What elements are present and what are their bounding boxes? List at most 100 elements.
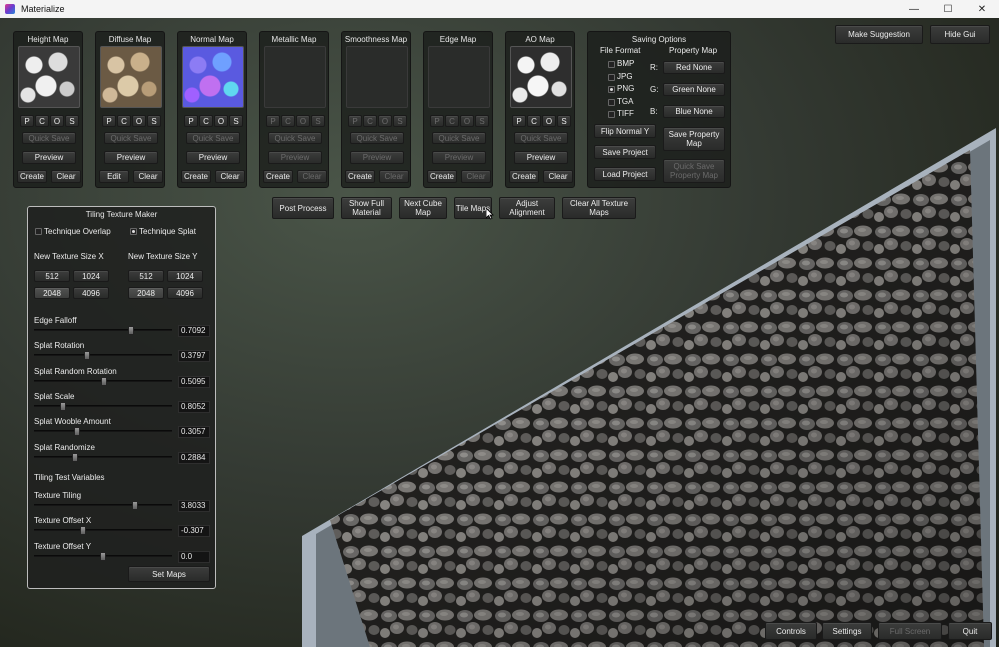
height-map-s-button[interactable]: S bbox=[65, 115, 79, 127]
diffuse-map-o-button[interactable]: O bbox=[132, 115, 146, 127]
smoothness-map-s-button[interactable]: S bbox=[393, 115, 407, 127]
height-map-o-button[interactable]: O bbox=[50, 115, 64, 127]
splat-wooble-amount-slider[interactable] bbox=[34, 427, 172, 437]
size-x-4096-button[interactable]: 4096 bbox=[73, 287, 109, 299]
metallic-map-create-button[interactable]: Create bbox=[263, 170, 293, 183]
format-tiff-checkbox[interactable] bbox=[608, 111, 615, 118]
texture-offset-x-slider[interactable] bbox=[34, 526, 172, 536]
smoothness-map-thumbnail[interactable] bbox=[346, 46, 408, 108]
smoothness-map-quick-save-button[interactable]: Quick Save bbox=[350, 132, 404, 144]
ao-map-thumbnail[interactable] bbox=[510, 46, 572, 108]
ao-map-p-button[interactable]: P bbox=[512, 115, 526, 127]
format-jpg-checkbox[interactable] bbox=[608, 73, 615, 81]
quit-button[interactable]: Quit bbox=[948, 622, 992, 640]
controls-button[interactable]: Controls bbox=[765, 622, 817, 640]
splat-random-rotation-slider[interactable] bbox=[34, 376, 172, 386]
edge-map-p-button[interactable]: P bbox=[430, 115, 444, 127]
edge-falloff-slider[interactable] bbox=[34, 326, 172, 335]
size-y-4096-button[interactable]: 4096 bbox=[167, 287, 203, 299]
splat-scale-slider-handle[interactable] bbox=[60, 401, 67, 411]
texture-tiling-slider[interactable] bbox=[34, 501, 172, 510]
set-maps-button[interactable]: Set Maps bbox=[128, 566, 210, 582]
splat-rotation-value-field[interactable]: 0.3797 bbox=[178, 350, 210, 363]
metallic-map-quick-save-button[interactable]: Quick Save bbox=[268, 132, 322, 144]
height-map-clear-button[interactable]: Clear bbox=[51, 170, 81, 183]
metallic-map-p-button[interactable]: P bbox=[266, 115, 280, 127]
clear-all-texture-maps-button[interactable]: Clear All Texture Maps bbox=[562, 197, 636, 219]
diffuse-map-p-button[interactable]: P bbox=[102, 115, 116, 127]
ao-map-clear-button[interactable]: Clear bbox=[543, 170, 573, 183]
height-map-preview-button[interactable]: Preview bbox=[22, 151, 76, 164]
normal-map-s-button[interactable]: S bbox=[229, 115, 243, 127]
height-map-quick-save-button[interactable]: Quick Save bbox=[22, 132, 76, 144]
format-bmp-checkbox[interactable] bbox=[608, 61, 615, 68]
edge-falloff-slider-handle[interactable] bbox=[127, 326, 134, 335]
splat-scale-value-field[interactable]: 0.8052 bbox=[178, 400, 210, 413]
ao-map-quick-save-button[interactable]: Quick Save bbox=[514, 132, 568, 144]
texture-offset-x-slider-handle[interactable] bbox=[80, 526, 87, 536]
format-tga-checkbox[interactable] bbox=[608, 98, 615, 106]
splat-scale-slider[interactable] bbox=[34, 401, 172, 411]
blue-channel-button[interactable]: Blue None bbox=[663, 105, 725, 118]
green-channel-button[interactable]: Green None bbox=[663, 83, 725, 96]
smoothness-map-clear-button[interactable]: Clear bbox=[379, 170, 409, 183]
hide-gui-button[interactable]: Hide Gui bbox=[930, 25, 990, 44]
splat-randomize-value-field[interactable]: 0.2884 bbox=[178, 451, 210, 464]
ao-map-s-button[interactable]: S bbox=[557, 115, 571, 127]
load-project-button[interactable]: Load Project bbox=[594, 167, 656, 181]
quick-save-property-map-button[interactable]: Quick Save Property Map bbox=[663, 159, 725, 183]
splat-randomize-slider-handle[interactable] bbox=[72, 452, 79, 462]
metallic-map-clear-button[interactable]: Clear bbox=[297, 170, 327, 183]
texture-offset-x-value-field[interactable]: -0.307 bbox=[178, 525, 210, 538]
splat-random-rotation-value-field[interactable]: 0.5095 bbox=[178, 375, 210, 388]
edge-map-preview-button[interactable]: Preview bbox=[432, 151, 486, 164]
edge-falloff-value-field[interactable]: 0.7092 bbox=[178, 325, 210, 337]
adjust-alignment-button[interactable]: Adjust Alignment bbox=[499, 197, 555, 219]
texture-offset-y-value-field[interactable]: 0.0 bbox=[178, 550, 210, 563]
diffuse-map-s-button[interactable]: S bbox=[147, 115, 161, 127]
ao-map-o-button[interactable]: O bbox=[542, 115, 556, 127]
technique-overlap-checkbox[interactable] bbox=[35, 228, 42, 235]
normal-map-create-button[interactable]: Create bbox=[181, 170, 211, 183]
minimize-icon[interactable]: — bbox=[897, 0, 931, 18]
red-channel-button[interactable]: Red None bbox=[663, 61, 725, 74]
edge-map-create-button[interactable]: Create bbox=[427, 170, 457, 183]
texture-offset-y-slider[interactable] bbox=[34, 551, 172, 561]
height-map-create-button[interactable]: Create bbox=[17, 170, 47, 183]
metallic-map-thumbnail[interactable] bbox=[264, 46, 326, 108]
splat-random-rotation-slider-handle[interactable] bbox=[101, 376, 108, 386]
size-y-1024-button[interactable]: 1024 bbox=[167, 270, 203, 282]
smoothness-map-preview-button[interactable]: Preview bbox=[350, 151, 404, 164]
size-y-512-button[interactable]: 512 bbox=[128, 270, 164, 282]
format-png-checkbox[interactable] bbox=[608, 86, 615, 93]
texture-tiling-slider-handle[interactable] bbox=[131, 501, 138, 510]
diffuse-map-preview-button[interactable]: Preview bbox=[104, 151, 158, 164]
height-map-thumbnail[interactable] bbox=[18, 46, 80, 108]
diffuse-map-quick-save-button[interactable]: Quick Save bbox=[104, 132, 158, 144]
metallic-map-o-button[interactable]: O bbox=[296, 115, 310, 127]
post-process-button[interactable]: Post Process bbox=[272, 197, 334, 219]
make-suggestion-button[interactable]: Make Suggestion bbox=[835, 25, 923, 44]
diffuse-map-thumbnail[interactable] bbox=[100, 46, 162, 108]
height-map-p-button[interactable]: P bbox=[20, 115, 34, 127]
save-project-button[interactable]: Save Project bbox=[594, 145, 656, 159]
diffuse-map-c-button[interactable]: C bbox=[117, 115, 131, 127]
next-cube-map-button[interactable]: Next Cube Map bbox=[399, 197, 447, 219]
close-icon[interactable]: ✕ bbox=[965, 0, 999, 18]
normal-map-p-button[interactable]: P bbox=[184, 115, 198, 127]
edge-map-thumbnail[interactable] bbox=[428, 46, 490, 108]
splat-rotation-slider[interactable] bbox=[34, 351, 172, 361]
size-x-1024-button[interactable]: 1024 bbox=[73, 270, 109, 282]
normal-map-quick-save-button[interactable]: Quick Save bbox=[186, 132, 240, 144]
smoothness-map-c-button[interactable]: C bbox=[363, 115, 377, 127]
save-property-map-button[interactable]: Save Property Map bbox=[663, 127, 725, 151]
normal-map-preview-button[interactable]: Preview bbox=[186, 151, 240, 164]
ao-map-preview-button[interactable]: Preview bbox=[514, 151, 568, 164]
settings-button[interactable]: Settings bbox=[822, 622, 872, 640]
size-y-2048-button[interactable]: 2048 bbox=[128, 287, 164, 299]
size-x-512-button[interactable]: 512 bbox=[34, 270, 70, 282]
metallic-map-preview-button[interactable]: Preview bbox=[268, 151, 322, 164]
size-x-2048-button[interactable]: 2048 bbox=[34, 287, 70, 299]
edge-map-c-button[interactable]: C bbox=[445, 115, 459, 127]
edge-map-s-button[interactable]: S bbox=[475, 115, 489, 127]
